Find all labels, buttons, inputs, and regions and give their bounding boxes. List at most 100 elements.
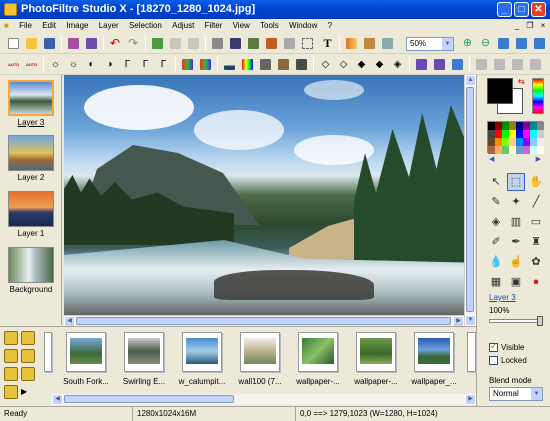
hand-tool-icon[interactable]: ✋ <box>527 173 545 191</box>
magic-wand-tool-icon[interactable]: ✦ <box>507 193 525 211</box>
rgb-icon[interactable] <box>180 57 195 72</box>
file-thumbnail[interactable] <box>298 332 338 372</box>
line-tool-icon[interactable]: ╱ <box>527 193 545 211</box>
close-button[interactable]: ✕ <box>531 2 546 17</box>
crop-icon[interactable] <box>246 36 261 51</box>
folder-up-icon[interactable] <box>4 349 18 363</box>
sepia-icon[interactable] <box>276 57 291 72</box>
brush-tool-icon[interactable]: ✐ <box>487 233 505 251</box>
new-file-icon[interactable] <box>6 36 21 51</box>
save-icon[interactable] <box>42 36 57 51</box>
copy-icon[interactable] <box>150 36 165 51</box>
spray-tool-icon[interactable]: ▥ <box>507 213 525 231</box>
browser-scrollbar[interactable]: ◀ ▶ <box>52 394 476 405</box>
mirror-icon[interactable] <box>474 57 489 72</box>
layer-item-layer-1[interactable]: Layer 1 <box>6 191 56 238</box>
layer-item-layer-2[interactable]: Layer 2 <box>6 135 56 182</box>
actual-size-icon[interactable] <box>496 36 511 51</box>
menu-edit[interactable]: Edit <box>38 19 60 33</box>
scroll-left-icon[interactable]: ◀ <box>52 394 63 405</box>
zoom-select[interactable]: 50% ▼ <box>406 37 454 51</box>
screen-icon[interactable] <box>380 36 395 51</box>
slider-knob[interactable] <box>537 316 543 326</box>
blur-icon[interactable]: ◇ <box>318 57 333 72</box>
rotate-icon[interactable] <box>450 57 465 72</box>
file-thumbnail[interactable] <box>240 332 280 372</box>
smooth-icon[interactable]: ◆ <box>354 57 369 72</box>
horizontal-scrollbar[interactable]: ◀ ▶ <box>64 315 464 327</box>
undo-icon[interactable]: ↶ <box>108 36 123 51</box>
canvas-size-icon[interactable] <box>228 36 243 51</box>
menu-window[interactable]: Window <box>285 19 321 33</box>
histogram-icon[interactable] <box>222 57 237 72</box>
locked-checkbox[interactable]: Locked <box>489 356 527 366</box>
maximize-button[interactable]: □ <box>514 2 529 17</box>
menu-selection[interactable]: Selection <box>125 19 166 33</box>
paste-new-icon[interactable] <box>186 36 201 51</box>
advanced-brush-tool-icon[interactable]: ✒ <box>507 233 525 251</box>
blend-mode-select[interactable]: Normal ▼ <box>489 387 543 401</box>
folder-tree-icon[interactable] <box>21 331 35 345</box>
brightness-up-icon[interactable]: ☼ <box>48 57 63 72</box>
scroll-thumb[interactable] <box>466 87 474 312</box>
scroll-thumb[interactable] <box>64 395 234 403</box>
pattern-tool-icon[interactable]: ▦ <box>487 273 505 291</box>
frame-icon[interactable] <box>264 36 279 51</box>
pointer-tool-icon[interactable]: ↖ <box>487 173 505 191</box>
fit-window-icon[interactable] <box>514 36 529 51</box>
redo-icon[interactable]: ↷ <box>126 36 141 51</box>
menu-file[interactable]: File <box>15 19 36 33</box>
vertical-scrollbar[interactable]: ▲ ▼ <box>464 75 476 326</box>
flip-horizontal-icon[interactable] <box>414 57 429 72</box>
stamp-tool-icon[interactable]: ♜ <box>527 233 545 251</box>
menu-layer[interactable]: Layer <box>95 19 123 33</box>
menu-image[interactable]: Image <box>62 19 92 33</box>
image-size-icon[interactable] <box>210 36 225 51</box>
contrast-up-icon[interactable]: ◐ <box>84 57 99 72</box>
color-palette[interactable] <box>487 121 544 154</box>
auto-contrast-icon[interactable]: AUTO <box>24 57 39 72</box>
gradient-icon[interactable] <box>344 36 359 51</box>
saturation-up-icon[interactable]: Γ <box>120 57 135 72</box>
text-tool-icon[interactable]: T <box>320 36 335 51</box>
file-thumbnail[interactable] <box>66 332 106 372</box>
menu-adjust[interactable]: Adjust <box>168 19 198 33</box>
file-thumbnail-partial[interactable] <box>44 332 52 372</box>
selection-icon[interactable] <box>300 36 315 51</box>
scroll-right-icon[interactable]: ▶ <box>465 394 476 405</box>
folder-icon[interactable] <box>4 331 18 345</box>
zoom-out-icon[interactable]: ⊖ <box>478 36 493 51</box>
noise-icon[interactable]: ◈ <box>390 57 405 72</box>
menu-tools[interactable]: Tools <box>256 19 283 33</box>
sharpen-icon[interactable]: ◇ <box>336 57 351 72</box>
scroll-thumb[interactable] <box>76 317 451 325</box>
gamma-up-icon[interactable]: Γ <box>156 57 171 72</box>
doc-restore-button[interactable]: ❐ <box>525 21 535 31</box>
doc-close-button[interactable]: × <box>538 21 548 31</box>
swap-colors-icon[interactable]: ⇆ <box>518 77 525 86</box>
folder-favorite-icon[interactable] <box>21 367 35 381</box>
rotate-right-icon[interactable] <box>510 57 525 72</box>
opacity-slider[interactable] <box>489 316 543 326</box>
image-canvas[interactable] <box>64 75 464 315</box>
auto-levels-icon[interactable]: AUTO <box>6 57 21 72</box>
negative-icon[interactable] <box>294 57 309 72</box>
contrast-down-icon[interactable]: ◑ <box>102 57 117 72</box>
app-menu-icon[interactable]: ■ <box>0 19 13 33</box>
layer-item-background[interactable]: Background <box>6 247 56 294</box>
brightness-down-icon[interactable]: ☼ <box>66 57 81 72</box>
paste-icon[interactable] <box>168 36 183 51</box>
folder-options-icon[interactable] <box>4 385 18 399</box>
minimize-button[interactable]: _ <box>497 2 512 17</box>
scroll-up-icon[interactable]: ▲ <box>465 75 476 86</box>
file-thumbnail[interactable] <box>182 332 222 372</box>
folder-refresh-icon[interactable] <box>4 367 18 381</box>
grayscale-icon[interactable] <box>258 57 273 72</box>
palette-next-icon[interactable]: ▶ <box>536 155 541 163</box>
checkbox-box[interactable] <box>489 356 498 366</box>
layer-item-layer-3[interactable]: Layer 3 <box>6 80 56 127</box>
eyedropper-tool-icon[interactable]: ✎ <box>487 193 505 211</box>
scan-icon[interactable] <box>84 36 99 51</box>
clone-tool-icon[interactable]: ✿ <box>527 253 545 271</box>
hue-icon[interactable] <box>240 57 255 72</box>
